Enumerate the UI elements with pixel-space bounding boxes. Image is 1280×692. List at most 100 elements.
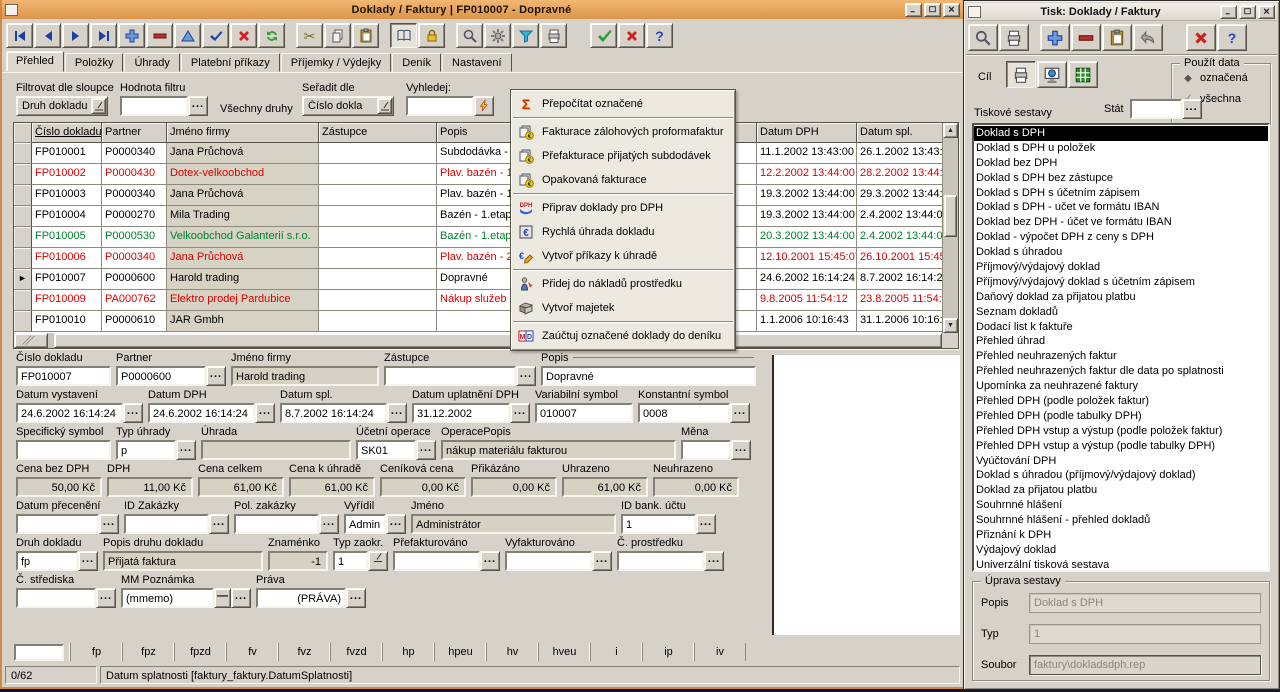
column-header[interactable]: Datum spl. xyxy=(857,123,942,143)
field-input[interactable]: SK01 xyxy=(356,440,416,460)
field-input[interactable] xyxy=(384,366,516,386)
report-item[interactable]: Přehled DPH vstup a výstup (podle polože… xyxy=(974,424,1268,439)
print-button[interactable] xyxy=(540,23,567,48)
row-selector[interactable] xyxy=(14,206,32,227)
dropdown-icon[interactable] xyxy=(91,98,106,114)
field-input[interactable]: 1 xyxy=(621,514,696,534)
doc-type-tab[interactable]: fvzd xyxy=(330,643,382,661)
row-selector[interactable] xyxy=(14,290,32,311)
report-desc-field[interactable]: Doklad s DPH xyxy=(1029,593,1261,613)
report-item[interactable]: Doklad bez DPH xyxy=(974,156,1268,171)
row-selector[interactable] xyxy=(14,185,32,206)
field-input[interactable] xyxy=(124,514,209,534)
scroll-thumb[interactable] xyxy=(944,195,957,237)
scroll-up-icon[interactable]: ▲ xyxy=(943,123,958,138)
confirm-button[interactable] xyxy=(590,23,617,48)
close-button[interactable] xyxy=(618,23,645,48)
field-picker-button[interactable]: ... xyxy=(346,588,366,608)
table-row[interactable]: FP010002P0000430Dotex-velkoobchodPlav. b… xyxy=(14,164,942,185)
table-row[interactable]: FP010001P0000340Jana PrůchováSubdodávka … xyxy=(14,143,942,164)
field-picker-button[interactable]: ... xyxy=(386,514,406,534)
field-input[interactable]: 24.6.2002 16:14:24 xyxy=(148,403,255,423)
doc-type-tab[interactable]: ip xyxy=(642,643,694,661)
report-item[interactable]: Přehled DPH (podle položek faktur) xyxy=(974,394,1268,409)
field-input[interactable] xyxy=(505,551,592,571)
target-spreadsheet-button[interactable] xyxy=(1068,61,1098,88)
type-filter-input[interactable] xyxy=(14,644,64,661)
scroll-down-icon[interactable]: ▼ xyxy=(943,318,958,333)
report-item[interactable]: Přehled DPH vstup a výstup (podle tabulk… xyxy=(974,439,1268,454)
field-input[interactable] xyxy=(617,551,704,571)
report-item[interactable]: Přehled neuhrazených faktur dle data po … xyxy=(974,364,1268,379)
doc-type-tab[interactable]: hveu xyxy=(538,643,590,661)
print-help-button[interactable]: ? xyxy=(1217,24,1247,51)
minimize-button[interactable] xyxy=(905,3,922,17)
field-input[interactable]: 1 xyxy=(333,551,368,571)
report-item[interactable]: Souhrnné hlášení - přehled dokladů xyxy=(974,513,1268,528)
field-dropdown-button[interactable] xyxy=(368,551,388,571)
doc-type-tab[interactable]: iv xyxy=(694,643,746,661)
dropdown-icon[interactable] xyxy=(377,98,392,114)
report-item[interactable]: Doklad s úhradou (příjmový/výdajový dokl… xyxy=(974,468,1268,483)
tab-2[interactable]: Položky xyxy=(65,53,124,72)
tools-button[interactable] xyxy=(484,23,511,48)
field-input[interactable]: 31.12.2002 xyxy=(412,403,510,423)
maximize-button[interactable] xyxy=(924,3,941,17)
field-input[interactable]: 8.7.2002 16:14:24 xyxy=(280,403,387,423)
report-item[interactable]: Doklad za přijatou platbu xyxy=(974,483,1268,498)
browse-mode-button[interactable] xyxy=(390,23,417,48)
state-picker-button[interactable]: ... xyxy=(1182,99,1202,119)
menu-item[interactable]: €Rychlá úhrada dokladu xyxy=(512,220,734,244)
menu-item[interactable]: €Opakovaná fakturace xyxy=(512,168,734,192)
minimize-button[interactable] xyxy=(1220,5,1237,19)
field-picker-button[interactable]: ... xyxy=(319,514,339,534)
row-selector[interactable] xyxy=(14,143,32,164)
menu-item[interactable]: €Přefakturace přijatých subdodávek xyxy=(512,144,734,168)
field-picker-button[interactable]: ... xyxy=(516,366,536,386)
field-input[interactable]: 24.6.2002 16:14:24 xyxy=(16,403,123,423)
paste-report-button[interactable] xyxy=(1102,24,1132,51)
delete-record-button[interactable] xyxy=(146,23,173,48)
tab-1[interactable]: Přehled xyxy=(6,51,64,72)
report-item[interactable]: Souhrnné hlášení xyxy=(974,498,1268,513)
last-record-button[interactable] xyxy=(90,23,117,48)
remove-report-button[interactable] xyxy=(1071,24,1101,51)
field-input[interactable]: P0000600 xyxy=(116,366,206,386)
report-item[interactable]: Přehled úhrad xyxy=(974,334,1268,349)
memo-open-button[interactable]: ... xyxy=(231,588,251,608)
field-picker-button[interactable]: ... xyxy=(176,440,196,460)
report-item[interactable]: Doklad s DPH s účetním zápisem xyxy=(974,186,1268,201)
field-input[interactable] xyxy=(16,440,111,460)
row-selector[interactable] xyxy=(14,311,32,332)
add-report-button[interactable] xyxy=(1040,24,1070,51)
add-record-button[interactable] xyxy=(118,23,145,48)
report-item[interactable]: Příjmový/výdajový doklad xyxy=(974,260,1268,275)
field-input[interactable]: p xyxy=(116,440,176,460)
filter-value-input[interactable] xyxy=(120,96,188,116)
report-item[interactable]: Příjmový/výdajový doklad s účetním zápis… xyxy=(974,275,1268,290)
field-input[interactable]: FP010007 xyxy=(16,366,111,386)
doc-type-tab[interactable]: fpzd xyxy=(174,643,226,661)
report-item[interactable]: Vyúčtování DPH xyxy=(974,454,1268,469)
close-print-button[interactable] xyxy=(1186,24,1216,51)
table-row[interactable]: FP010009PA000762Elektro prodej Pardubice… xyxy=(14,290,942,311)
field-picker-button[interactable]: ... xyxy=(696,514,716,534)
field-picker-button[interactable]: ... xyxy=(387,403,407,423)
report-item[interactable]: Doklad s DPH u položek xyxy=(974,141,1268,156)
field-picker-button[interactable]: ... xyxy=(78,551,98,571)
field-input[interactable] xyxy=(393,551,480,571)
doc-type-tab[interactable]: fpz xyxy=(122,643,174,661)
target-screen-button[interactable] xyxy=(1037,61,1067,88)
tab-7[interactable]: Nastavení xyxy=(442,53,512,72)
close-button[interactable] xyxy=(943,3,960,17)
field-picker-button[interactable]: ... xyxy=(99,514,119,534)
field-picker-button[interactable]: ... xyxy=(96,588,116,608)
field-input[interactable]: (PRÁVA) xyxy=(256,588,346,608)
filter-button[interactable] xyxy=(512,23,539,48)
filter-column-combo[interactable]: Druh dokladu xyxy=(16,96,108,116)
print-preview-button[interactable] xyxy=(968,24,998,51)
field-picker-button[interactable]: ... xyxy=(730,403,750,423)
field-picker-button[interactable]: ... xyxy=(416,440,436,460)
report-item[interactable]: Doklad - výpočet DPH z ceny s DPH xyxy=(974,230,1268,245)
table-row[interactable]: FP010010P0000610JAR Gmbh1.1.2006 10:16:4… xyxy=(14,311,942,332)
